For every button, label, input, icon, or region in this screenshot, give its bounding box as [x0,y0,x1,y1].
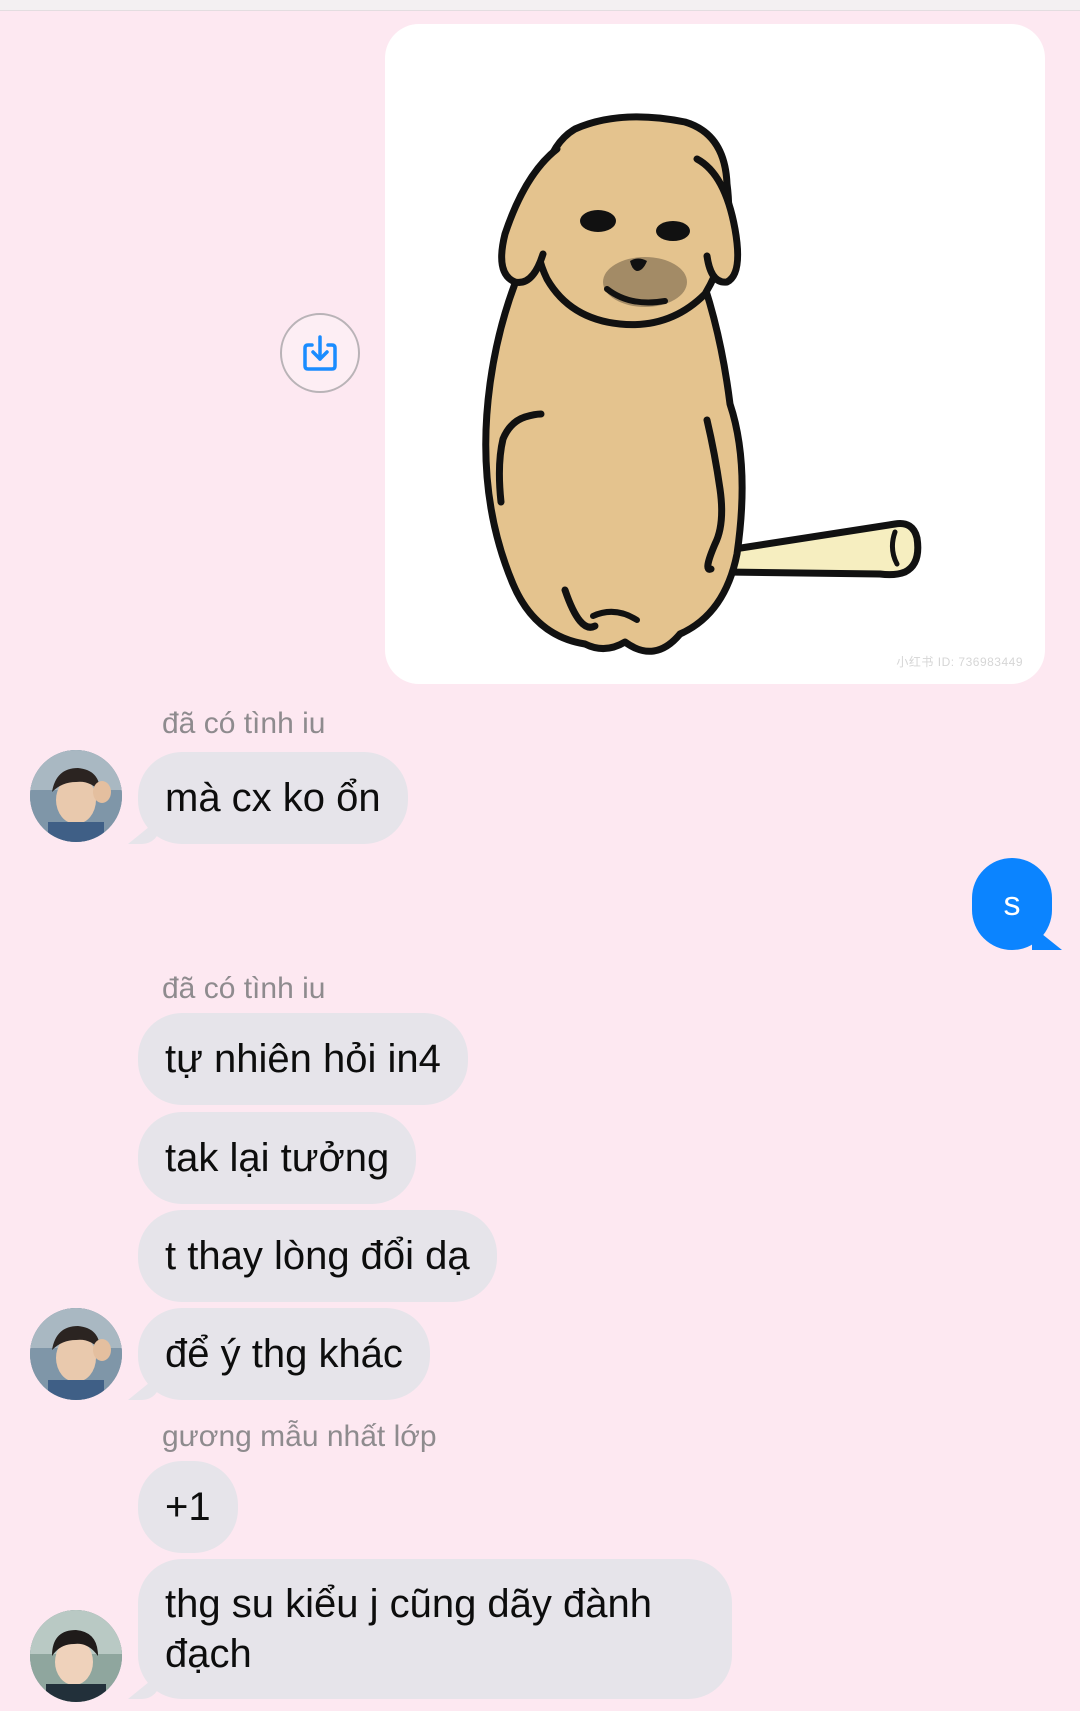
message-bubble[interactable]: tak lại tưởng [138,1112,417,1204]
profile-avatar[interactable] [30,1610,122,1702]
chat-screen: 小红书 ID: 736983449 đã có tình iu mà cx ko… [0,0,1080,1711]
avatar-photo [30,1610,122,1702]
message-bubble[interactable]: t thay lòng đổi dạ [138,1210,497,1302]
sender-name: đã có tình iu [162,972,326,1005]
message-bubble[interactable]: tự nhiên hỏi in4 [138,1013,468,1105]
sender-name: đã có tình iu [162,707,326,740]
message-bubble[interactable]: để ý thg khác [138,1308,430,1400]
bat [711,520,922,579]
image-message[interactable]: 小红书 ID: 736983449 [385,24,1045,684]
profile-avatar[interactable] [30,750,122,842]
download-to-device-icon [303,335,337,371]
avatar-photo [30,1308,122,1400]
message-bubble[interactable]: thg su kiểu j cũng dãy đành đạch [138,1559,732,1699]
watermark: 小红书 ID: 736983449 [896,655,1023,669]
avatar-photo [30,750,122,842]
profile-avatar[interactable] [30,1308,122,1400]
save-image-button[interactable] [280,313,360,393]
outgoing-message-bubble[interactable]: s [972,858,1052,950]
top-divider [0,0,1080,11]
dog-sticker-image [482,113,922,655]
message-bubble[interactable]: mà cx ko ổn [138,752,408,844]
message-bubble[interactable]: +1 [138,1461,238,1553]
sender-name: gương mẫu nhất lớp [162,1420,437,1453]
